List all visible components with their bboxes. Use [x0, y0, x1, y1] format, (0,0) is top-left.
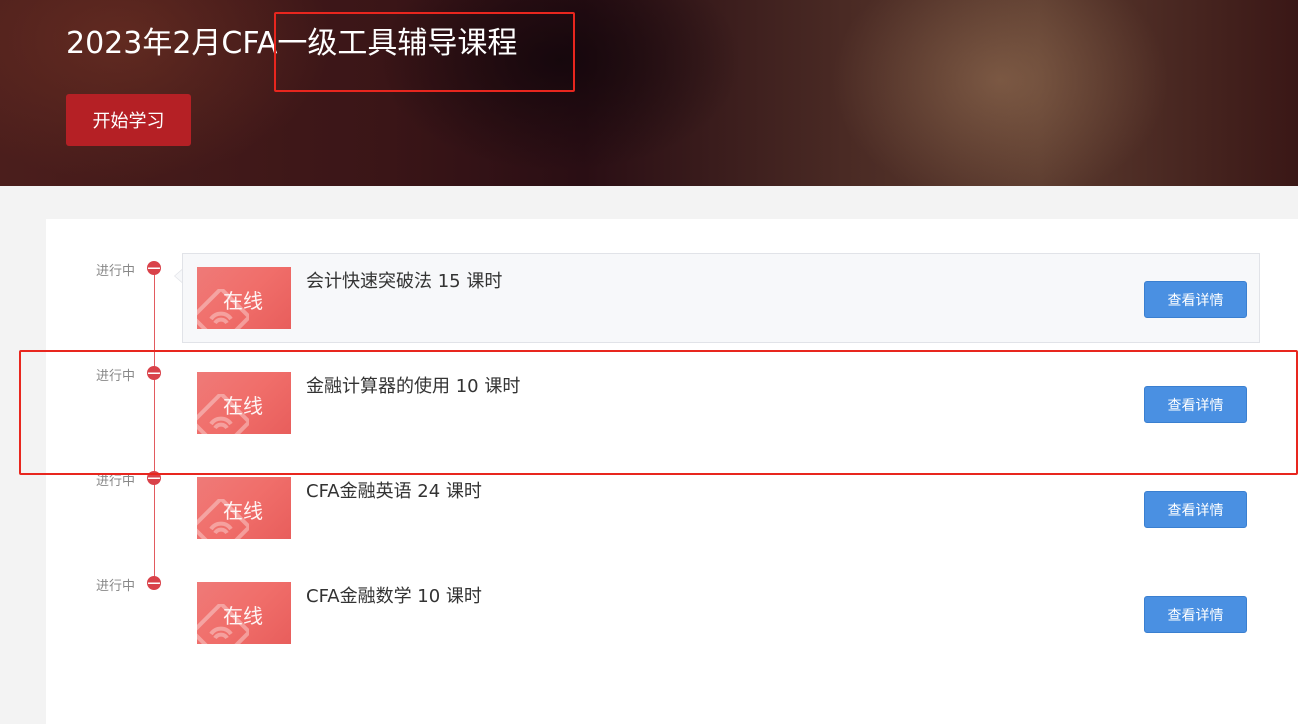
timeline-dot-icon	[147, 576, 161, 590]
course-thumbnail[interactable]: 在线	[197, 267, 291, 329]
timeline-dot-icon	[147, 261, 161, 275]
online-label: 在线	[223, 499, 263, 523]
course-thumbnail[interactable]: 在线	[197, 477, 291, 539]
online-label: 在线	[223, 604, 263, 628]
online-label: 在线	[223, 394, 263, 418]
course-thumbnail[interactable]: 在线	[197, 582, 291, 644]
course-item: 进行中 在线 金融计算器的使用 10 课时 查看详情	[46, 358, 1298, 448]
course-item-title[interactable]: CFA金融英语 24 课时	[306, 477, 482, 503]
course-item-title[interactable]: 会计快速突破法 15 课时	[306, 267, 502, 293]
course-item-title[interactable]: CFA金融数学 10 课时	[306, 582, 482, 608]
course-thumbnail[interactable]: 在线	[197, 372, 291, 434]
status-label: 进行中	[96, 369, 136, 384]
card-pointer	[174, 269, 182, 283]
course-title: 2023年2月CFA一级工具辅导课程	[66, 26, 518, 61]
start-learning-button[interactable]: 开始学习	[66, 94, 191, 146]
course-item-title[interactable]: 金融计算器的使用 10 课时	[306, 372, 520, 398]
view-details-button[interactable]: 查看详情	[1144, 596, 1247, 633]
course-list-panel: 进行中 在线 会计快速突破法 15 课时 查看详情 进行中 在线 金融计算器的使…	[46, 219, 1298, 724]
course-item: 进行中 在线 CFA金融数学 10 课时 查看详情	[46, 568, 1298, 658]
view-details-button[interactable]: 查看详情	[1144, 491, 1247, 528]
status-label: 进行中	[96, 579, 136, 594]
course-hero-banner: 2023年2月CFA一级工具辅导课程 开始学习	[0, 0, 1298, 186]
course-item: 进行中 在线 CFA金融英语 24 课时 查看详情	[46, 463, 1298, 553]
view-details-button[interactable]: 查看详情	[1144, 386, 1247, 423]
timeline-dot-icon	[147, 471, 161, 485]
status-label: 进行中	[96, 474, 136, 489]
online-label: 在线	[223, 289, 263, 313]
status-label: 进行中	[96, 264, 136, 279]
view-details-button[interactable]: 查看详情	[1144, 281, 1247, 318]
timeline-dot-icon	[147, 366, 161, 380]
course-item: 进行中 在线 会计快速突破法 15 课时 查看详情	[46, 253, 1298, 343]
